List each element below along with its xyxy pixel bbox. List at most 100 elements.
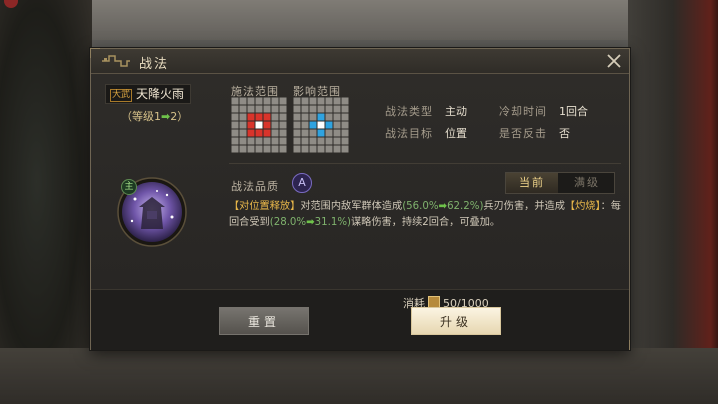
range-cell bbox=[325, 97, 333, 105]
range-cell bbox=[247, 113, 255, 121]
range-cell bbox=[309, 137, 317, 145]
skill-level: （等级1➡2） bbox=[121, 108, 188, 124]
range-cell bbox=[239, 113, 247, 121]
level-to: 2） bbox=[170, 110, 189, 123]
range-cell bbox=[255, 137, 263, 145]
level-from: （等级1 bbox=[121, 110, 161, 123]
range-cell bbox=[317, 97, 325, 105]
range-cell bbox=[309, 145, 317, 153]
range-cell bbox=[325, 105, 333, 113]
range-cell bbox=[279, 137, 287, 145]
damage-from: (56.0% bbox=[402, 201, 439, 212]
tab-max-level[interactable]: 满级 bbox=[560, 173, 614, 193]
range-cell bbox=[239, 121, 247, 129]
range-cell bbox=[333, 105, 341, 113]
range-cell bbox=[247, 137, 255, 145]
range-cell bbox=[271, 113, 279, 121]
cooldown-value: 1回合 bbox=[559, 105, 588, 118]
dialog-title: 战法 bbox=[139, 57, 170, 72]
range-cell bbox=[333, 129, 341, 137]
level-arrow-icon: ➡ bbox=[161, 110, 171, 123]
range-cell bbox=[317, 105, 325, 113]
effect-range-grid bbox=[293, 97, 349, 153]
desc-text: 对范围内敌军群体造成 bbox=[300, 201, 403, 212]
range-cell bbox=[263, 145, 271, 153]
range-cell bbox=[301, 129, 309, 137]
range-cell bbox=[247, 129, 255, 137]
range-cell bbox=[325, 145, 333, 153]
range-cell bbox=[341, 113, 349, 121]
close-icon[interactable] bbox=[605, 52, 623, 70]
arrow-icon: ➡ bbox=[438, 201, 448, 212]
range-cell bbox=[333, 121, 341, 129]
range-cell bbox=[239, 129, 247, 137]
skill-name: 天降火雨 bbox=[136, 87, 185, 101]
burn-to: 31.1%) bbox=[314, 217, 351, 228]
range-cell bbox=[293, 97, 301, 105]
range-cell bbox=[301, 145, 309, 153]
range-cell bbox=[301, 97, 309, 105]
range-cell bbox=[231, 145, 239, 153]
range-cell bbox=[263, 137, 271, 145]
cast-range-grid bbox=[231, 97, 287, 153]
range-cell bbox=[325, 137, 333, 145]
quality-grade-badge: A bbox=[292, 173, 312, 193]
range-cell bbox=[309, 129, 317, 137]
range-cell bbox=[317, 129, 325, 137]
range-cell bbox=[231, 121, 239, 129]
range-cell bbox=[325, 121, 333, 129]
range-cell bbox=[309, 105, 317, 113]
keyword-target: 【对位置释放】 bbox=[229, 201, 301, 212]
skill-type-label: 战法类型 bbox=[385, 105, 433, 118]
skill-type-badge: 大武 bbox=[110, 89, 133, 102]
range-cell bbox=[325, 129, 333, 137]
reset-button[interactable]: 重置 bbox=[219, 307, 309, 335]
range-cell bbox=[255, 97, 263, 105]
range-cell bbox=[317, 137, 325, 145]
main-skill-badge: 主 bbox=[121, 179, 137, 195]
range-cell bbox=[341, 137, 349, 145]
quality-label: 战法品质 bbox=[231, 180, 279, 193]
level-toggle: 当前 满级 bbox=[505, 172, 615, 194]
range-cell bbox=[231, 129, 239, 137]
skill-target-value: 位置 bbox=[445, 127, 467, 140]
range-cell bbox=[247, 97, 255, 105]
range-cell bbox=[293, 121, 301, 129]
range-cell bbox=[239, 137, 247, 145]
range-cell bbox=[247, 121, 255, 129]
range-cell bbox=[301, 137, 309, 145]
range-cell bbox=[293, 113, 301, 121]
skill-name-tag: 大武 天降火雨 bbox=[105, 84, 192, 104]
range-cell bbox=[255, 121, 263, 129]
skill-description: 【对位置释放】对范围内敌军群体造成(56.0%➡62.2%)兵刃伤害，并造成【灼… bbox=[229, 199, 621, 231]
counter-label: 是否反击 bbox=[499, 127, 547, 140]
range-cell bbox=[341, 145, 349, 153]
range-cell bbox=[255, 105, 263, 113]
range-cell bbox=[271, 121, 279, 129]
counter-value: 否 bbox=[559, 127, 570, 140]
range-cell bbox=[239, 97, 247, 105]
skill-dialog: 战法 大武 天降火雨 （等级1➡2） 主 施法范围 影响范围 战法类型 主动 冷… bbox=[90, 48, 630, 350]
range-cell bbox=[279, 105, 287, 113]
range-cell bbox=[301, 121, 309, 129]
range-cell bbox=[239, 145, 247, 153]
range-cell bbox=[255, 113, 263, 121]
range-cell bbox=[231, 137, 239, 145]
range-cell bbox=[231, 97, 239, 105]
burn-from: (28.0% bbox=[269, 217, 307, 228]
range-cell bbox=[341, 97, 349, 105]
cooldown-label: 冷却时间 bbox=[499, 105, 547, 118]
range-cell bbox=[271, 97, 279, 105]
range-cell bbox=[325, 113, 333, 121]
range-cell bbox=[263, 121, 271, 129]
upgrade-button[interactable]: 升级 bbox=[411, 307, 501, 335]
range-cell bbox=[333, 97, 341, 105]
tab-current[interactable]: 当前 bbox=[506, 173, 558, 193]
range-cell bbox=[271, 145, 279, 153]
range-cell bbox=[279, 121, 287, 129]
range-cell bbox=[247, 105, 255, 113]
range-cell bbox=[271, 129, 279, 137]
range-cell bbox=[231, 105, 239, 113]
range-cell bbox=[247, 145, 255, 153]
range-cell bbox=[341, 129, 349, 137]
